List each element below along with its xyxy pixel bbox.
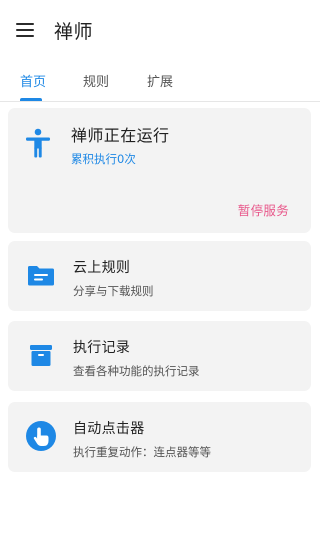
execution-history-card[interactable]: 执行记录 查看各种功能的执行记录	[8, 321, 311, 391]
cloud-rules-subtitle: 分享与下载规则	[73, 284, 154, 298]
execution-count: 累积执行0次	[71, 152, 136, 166]
execution-history-subtitle: 查看各种功能的执行记录	[73, 364, 200, 378]
cloud-rules-card[interactable]: 云上规则 分享与下载规则	[8, 241, 311, 311]
touch-icon	[26, 421, 56, 451]
tab-bar: 首页 规则 扩展	[0, 62, 320, 102]
execution-history-title: 执行记录	[73, 340, 131, 356]
tab-rules[interactable]: 规则	[83, 71, 109, 90]
cloud-rules-title: 云上规则	[73, 260, 131, 276]
accessibility-icon	[26, 128, 50, 158]
tab-extensions[interactable]: 扩展	[147, 71, 173, 90]
archive-icon	[30, 345, 52, 366]
menu-icon[interactable]	[14, 19, 36, 41]
app-bar: 禅师	[0, 0, 320, 62]
app-title: 禅师	[54, 21, 94, 43]
auto-clicker-card[interactable]: 自动点击器 执行重复动作：连点器等等	[8, 402, 311, 472]
tab-home[interactable]: 首页	[20, 71, 46, 90]
auto-clicker-subtitle: 执行重复动作：连点器等等	[73, 445, 211, 459]
service-status-title: 禅师正在运行	[71, 126, 170, 145]
pause-service-button[interactable]: 暂停服务	[238, 200, 289, 219]
auto-clicker-title: 自动点击器	[73, 421, 145, 437]
service-status-card: 禅师正在运行 累积执行0次 暂停服务	[8, 108, 311, 233]
active-tab-indicator	[20, 98, 42, 101]
folder-icon	[28, 266, 54, 286]
